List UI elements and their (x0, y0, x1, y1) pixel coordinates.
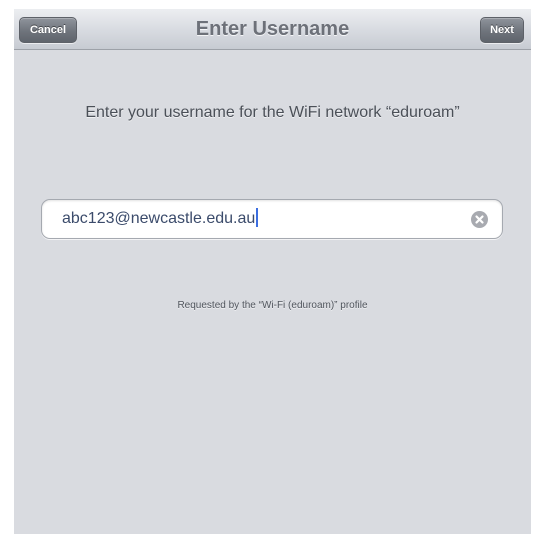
clear-x-glyph (475, 215, 484, 224)
cancel-button[interactable]: Cancel (19, 17, 77, 43)
clear-x-circle-icon[interactable] (471, 211, 488, 228)
username-value-wrap[interactable]: abc123@newcastle.edu.au (62, 200, 259, 238)
next-button[interactable]: Next (480, 17, 524, 43)
text-caret (256, 208, 259, 227)
enter-username-sheet: Cancel Enter Username Next Enter your us… (14, 9, 531, 534)
username-prompt: Enter your username for the WiFi network… (85, 104, 460, 121)
page-title: Enter Username (195, 18, 350, 40)
username-input[interactable]: abc123@newcastle.edu.au (41, 199, 503, 239)
username-value[interactable]: abc123@newcastle.edu.au (62, 210, 255, 227)
profile-footnote: Requested by the “Wi-Fi (eduroam)” profi… (177, 300, 368, 311)
navigation-bar: Cancel Enter Username Next (14, 9, 531, 50)
